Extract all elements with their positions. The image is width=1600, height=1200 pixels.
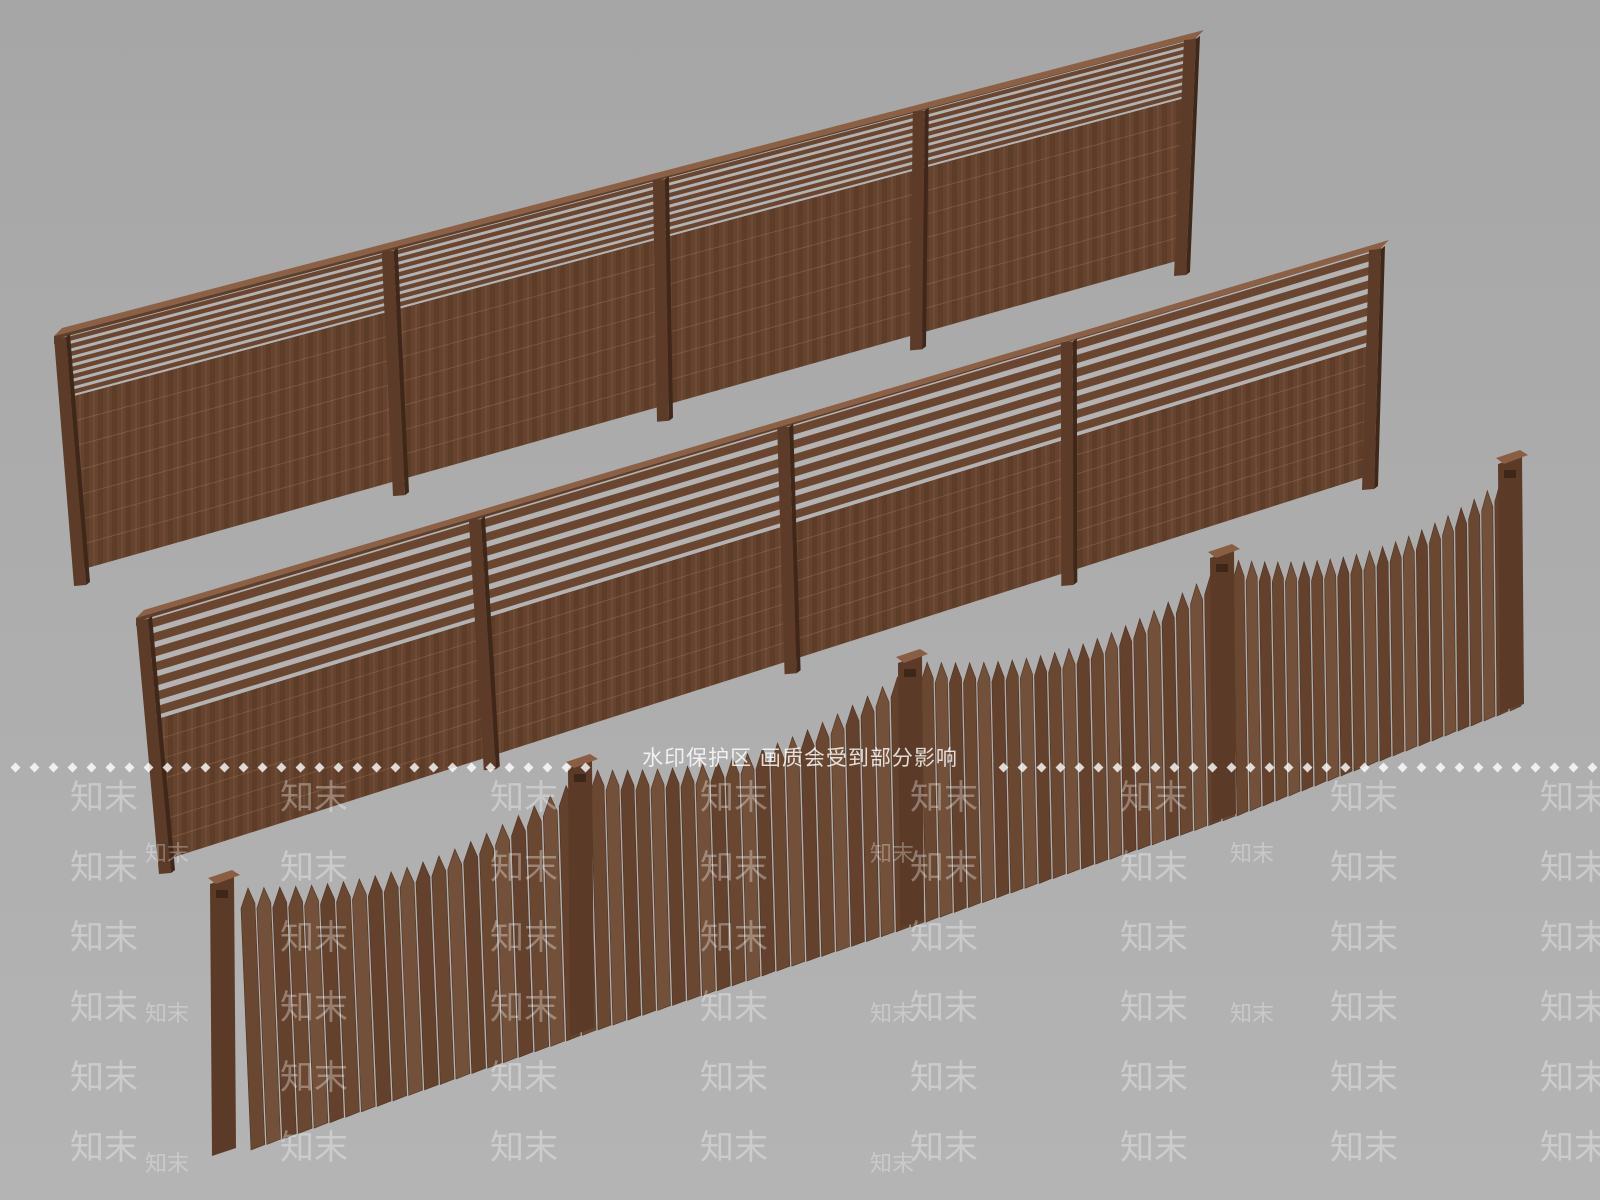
fence-post-side	[1072, 338, 1078, 585]
fence-post	[1498, 456, 1524, 712]
fence-post	[898, 655, 924, 928]
picket-board	[1429, 521, 1444, 742]
render-viewport: 水印保护区 画质会受到部分影响 知末 知末 知末 知末 知末 知末 知末 知末 知末 知末 知末 知末…	[0, 0, 1600, 1200]
post-bolt	[216, 890, 228, 898]
post-bolt	[904, 669, 916, 677]
picket-board	[1455, 506, 1470, 732]
fence-render-scene	[0, 0, 1600, 1200]
picket-board	[1481, 489, 1496, 722]
fence-post	[568, 760, 594, 1036]
post-bolt	[574, 774, 586, 782]
fence-post	[210, 876, 236, 1156]
picket-board	[1468, 498, 1483, 727]
post-bolt	[1216, 564, 1228, 572]
fence-post	[1060, 341, 1074, 586]
picket-board	[1442, 514, 1457, 737]
fence-post	[1210, 550, 1236, 822]
post-bolt	[1504, 470, 1516, 478]
